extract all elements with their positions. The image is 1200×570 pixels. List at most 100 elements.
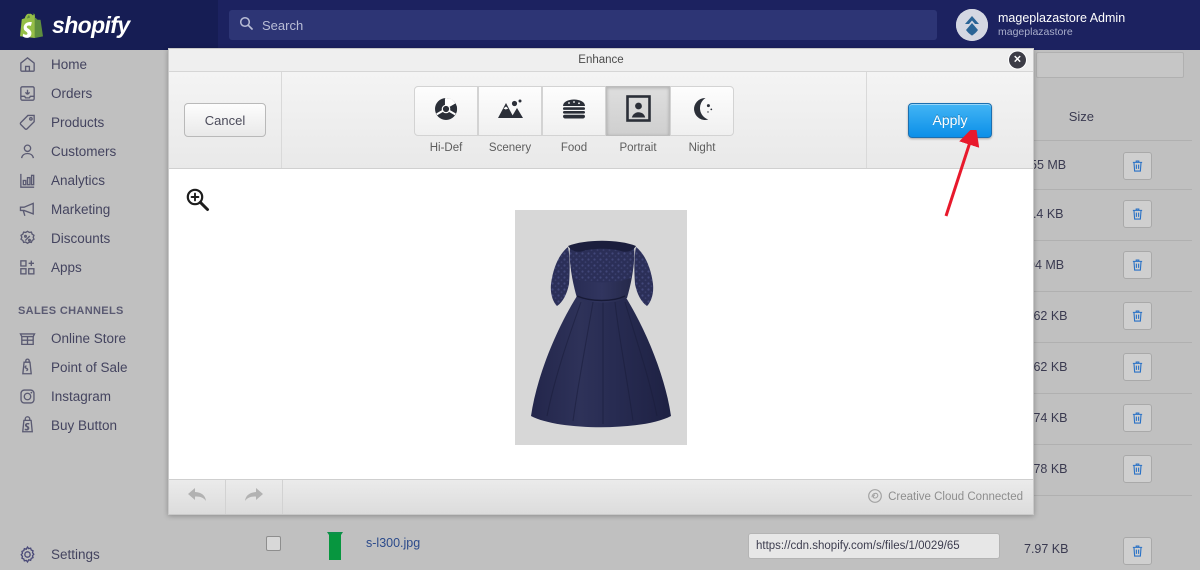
redo-arrow-icon <box>243 486 265 509</box>
column-header-size: Size <box>1068 109 1094 124</box>
filter-tile[interactable] <box>478 86 542 136</box>
delete-row-button[interactable] <box>1123 353 1152 381</box>
app-root: shopify Search mageplazastore Admin mage… <box>0 0 1200 570</box>
apply-button[interactable]: Apply <box>908 102 992 138</box>
bar-chart-icon <box>18 171 37 190</box>
sidebar-item-label: Point of Sale <box>51 360 128 375</box>
row-divider <box>1024 140 1192 141</box>
creative-cloud-status: Creative Cloud Connected <box>868 488 1023 506</box>
account-menu[interactable]: mageplazastore Admin mageplazastore <box>948 9 1200 41</box>
filter-label: Hi-Def <box>429 142 463 154</box>
delete-row-button[interactable] <box>1123 455 1152 483</box>
filter-hi-def[interactable]: Hi-Def <box>414 86 478 154</box>
filter-label: Portrait <box>619 142 657 154</box>
aperture-icon <box>433 96 459 127</box>
shopify-bag-icon <box>20 12 43 38</box>
toolbar-center: Hi-Def Scenery Food Portrait Night <box>282 72 866 168</box>
delete-row-button[interactable] <box>1123 537 1152 565</box>
row-divider <box>1024 189 1192 190</box>
search-icon <box>239 16 253 35</box>
table-row: .62 KB <box>1030 360 1068 374</box>
orders-inbox-icon <box>18 84 37 103</box>
sidebar-item-label: Marketing <box>51 202 111 217</box>
filter-label: Food <box>560 142 588 154</box>
search-input[interactable]: Search <box>229 10 937 40</box>
delete-row-button[interactable] <box>1123 302 1152 330</box>
editor-footer: Creative Cloud Connected <box>169 479 1033 514</box>
filter-tile[interactable] <box>542 86 606 136</box>
sidebar-item-settings[interactable]: Settings <box>0 538 218 570</box>
toolbar-right: Apply <box>866 72 1033 168</box>
apps-grid-plus-icon <box>18 258 37 277</box>
dress-image <box>515 209 687 445</box>
storefront-icon <box>18 329 37 348</box>
row-divider <box>1024 393 1192 394</box>
buy-button-bag-icon <box>18 416 37 435</box>
search-placeholder: Search <box>262 17 304 33</box>
file-name-link[interactable]: s-l300.jpg <box>366 536 420 550</box>
cloud-status-text: Creative Cloud Connected <box>888 491 1023 503</box>
pos-bag-icon <box>18 358 37 377</box>
search-area: Search <box>218 10 948 40</box>
editor-canvas <box>169 169 1033 479</box>
editor-toolbar: Cancel Hi-Def Scenery Food Portrait Nigh… <box>169 72 1033 169</box>
filter-group: Hi-Def Scenery Food Portrait Night <box>414 86 734 154</box>
delete-row-button[interactable] <box>1123 251 1152 279</box>
delete-row-button[interactable] <box>1123 404 1152 432</box>
delete-row-button[interactable] <box>1123 152 1152 180</box>
table-row: .78 KB <box>1030 462 1068 476</box>
cancel-button[interactable]: Cancel <box>184 103 266 137</box>
delete-row-button[interactable] <box>1123 200 1152 228</box>
account-name: mageplazastore Admin <box>998 10 1126 25</box>
sidebar-item-label: Customers <box>51 144 117 159</box>
table-row: 55 MB <box>1030 158 1067 172</box>
filter-food[interactable]: Food <box>542 86 606 154</box>
filter-tile[interactable] <box>670 86 734 136</box>
account-text: mageplazastore Admin mageplazastore <box>998 11 1125 40</box>
hamburger-icon <box>560 97 588 126</box>
sidebar-item-label: Online Store <box>51 331 127 346</box>
crescent-moon-icon <box>689 96 715 127</box>
table-row: .74 KB <box>1030 411 1068 425</box>
mountains-icon <box>496 97 524 126</box>
filter-tile[interactable] <box>414 86 478 136</box>
sidebar-item-label: Orders <box>51 86 93 101</box>
redo-button[interactable] <box>226 480 283 514</box>
row-divider <box>1024 342 1192 343</box>
filter-scenery[interactable]: Scenery <box>478 86 542 154</box>
filter-night[interactable]: Night <box>670 86 734 154</box>
page-title: Enhance <box>578 54 624 66</box>
table-row: .62 KB <box>1030 309 1068 323</box>
row-divider <box>1024 291 1192 292</box>
undo-arrow-icon <box>186 486 208 509</box>
files-search-input[interactable] <box>1036 52 1184 78</box>
sidebar-item-label: Buy Button <box>51 418 118 433</box>
sidebar-item-label: Home <box>51 57 88 72</box>
filter-portrait[interactable]: Portrait <box>606 86 670 154</box>
instagram-icon <box>18 387 37 406</box>
filter-label: Night <box>688 142 716 154</box>
portrait-frame-icon <box>625 95 651 127</box>
row-checkbox[interactable] <box>266 536 281 551</box>
percent-badge-icon <box>18 229 37 248</box>
toolbar-left: Cancel <box>169 72 282 168</box>
sidebar-item-label: Products <box>51 115 105 130</box>
undo-button[interactable] <box>169 480 226 514</box>
photo-area <box>169 169 1033 479</box>
gear-icon <box>18 545 37 564</box>
file-url-field[interactable]: https://cdn.shopify.com/s/files/1/0029/6… <box>748 533 1000 559</box>
sidebar-item-label: Instagram <box>51 389 112 404</box>
brand-name: shopify <box>52 11 130 38</box>
home-icon <box>18 55 37 74</box>
history-buttons <box>169 480 283 514</box>
product-photo[interactable] <box>515 209 687 445</box>
row-divider <box>1024 444 1192 445</box>
sidebar-item-label: Settings <box>51 546 100 562</box>
row-divider <box>1024 495 1192 496</box>
close-x-icon[interactable]: ✕ <box>1009 51 1026 69</box>
megaphone-icon <box>18 200 37 219</box>
filter-tile[interactable] <box>606 86 670 136</box>
person-icon <box>18 142 37 161</box>
top-bar: shopify Search mageplazastore Admin mage… <box>0 0 1200 50</box>
shopify-brand[interactable]: shopify <box>0 0 218 50</box>
